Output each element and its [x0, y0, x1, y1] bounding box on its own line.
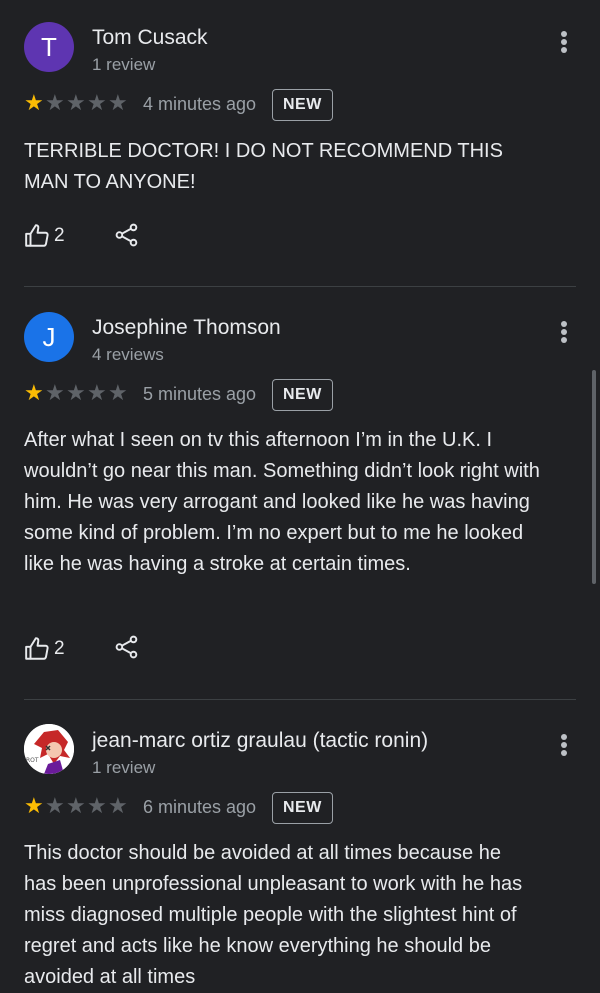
reviewer-name[interactable]: Josephine Thomson: [92, 316, 281, 340]
reviewer-name[interactable]: jean-marc ortiz graulau (tactic ronin): [92, 729, 428, 753]
star-icon: ★: [24, 793, 44, 818]
star-icon: ★: [24, 90, 44, 115]
like-count: 2: [54, 225, 65, 246]
star-icon: ★: [87, 793, 107, 818]
new-badge: NEW: [272, 89, 333, 121]
avatar[interactable]: ROT: [24, 724, 74, 774]
more-options-button[interactable]: [552, 318, 576, 346]
review-count: 1 review: [92, 758, 156, 777]
like-button[interactable]: 2: [24, 220, 65, 252]
star-icon: ★: [87, 90, 107, 115]
share-icon: [115, 223, 138, 247]
star-icon: ★: [24, 380, 44, 405]
scrollbar[interactable]: [592, 370, 596, 584]
thumbs-up-icon: [25, 224, 49, 247]
thumbs-up-icon: [25, 637, 49, 660]
divider: [24, 286, 576, 287]
avatar[interactable]: J: [24, 312, 74, 362]
more-options-button[interactable]: [552, 731, 576, 759]
like-count: 2: [54, 638, 65, 659]
divider: [24, 699, 576, 700]
reviewer-name[interactable]: Tom Cusack: [92, 26, 208, 50]
star-rating: ★ ★ ★ ★ ★: [24, 795, 129, 817]
like-button[interactable]: 2: [24, 633, 65, 665]
review-time: 4 minutes ago: [143, 94, 257, 114]
review-time: 6 minutes ago: [143, 797, 257, 817]
share-icon: [115, 635, 138, 659]
review-count: 4 reviews: [92, 345, 164, 364]
star-icon: ★: [66, 380, 86, 405]
star-icon: ★: [108, 380, 128, 405]
star-icon: ★: [108, 90, 128, 115]
review-text: After what I seen on tv this afternoon I…: [24, 429, 540, 575]
star-rating: ★ ★ ★ ★ ★: [24, 382, 129, 404]
new-badge: NEW: [272, 792, 333, 824]
share-button[interactable]: [114, 219, 140, 251]
star-icon: ★: [45, 90, 65, 115]
review-text: This doctor should be avoided at all tim…: [24, 842, 523, 988]
star-icon: ★: [45, 793, 65, 818]
star-icon: ★: [45, 380, 65, 405]
star-icon: ★: [108, 793, 128, 818]
star-rating: ★ ★ ★ ★ ★: [24, 92, 129, 114]
svg-text:ROT: ROT: [26, 757, 39, 764]
avatar[interactable]: T: [24, 22, 74, 72]
share-button[interactable]: [114, 631, 140, 663]
more-options-button[interactable]: [552, 28, 576, 56]
review-time: 5 minutes ago: [143, 384, 257, 404]
star-icon: ★: [66, 90, 86, 115]
star-icon: ★: [87, 380, 107, 405]
star-icon: ★: [66, 793, 86, 818]
review-text: TERRIBLE DOCTOR! I DO NOT RECOMMEND THIS…: [24, 140, 503, 193]
new-badge: NEW: [272, 379, 333, 411]
review-count: 1 review: [92, 55, 156, 74]
avatar-image: ROT: [24, 724, 74, 774]
